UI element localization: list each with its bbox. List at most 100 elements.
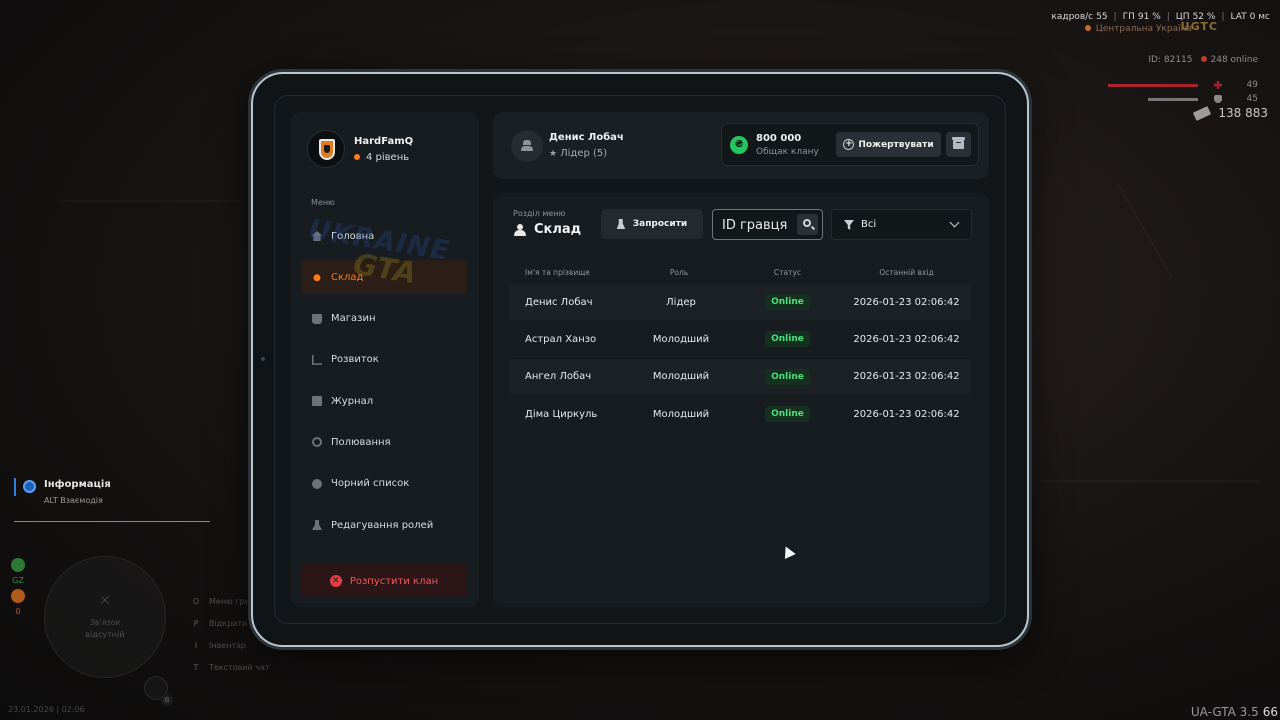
zone-label: GZ (12, 576, 24, 585)
table-row[interactable]: Ангел Лобач Молодший Online 2026-01-23 0… (509, 358, 971, 396)
sidebar-item-label: Розвиток (331, 354, 379, 366)
sidebar-item-label: Магазин (331, 313, 376, 325)
armor-value: 45 (1246, 94, 1258, 104)
member-role: Молодший (652, 333, 710, 345)
minimap: ✕ Зв'язок відсутній (44, 556, 166, 678)
sidebar-item-label: Головна (331, 230, 375, 242)
chevron-down-icon (949, 217, 960, 228)
sidebar: HardFamQ 4 рівень Меню Головна Склад Маг… (291, 112, 479, 607)
clan-name: HardFamQ (354, 135, 414, 147)
sidebar-item-label: Чорний список (331, 478, 410, 490)
close-circle-icon: ✕ (329, 575, 342, 587)
disband-clan-button[interactable]: ✕ Розпустити клан (301, 564, 467, 598)
roster-panel: Розділ меню Склад Запросити ID гравця Вс… (493, 193, 989, 607)
filter-icon (844, 220, 854, 230)
search-input[interactable]: ID гравця (722, 218, 787, 233)
member-role: Лідер (666, 296, 696, 308)
location-pin-icon (1084, 25, 1091, 31)
member-status: Online (733, 368, 842, 385)
people-icon (313, 274, 321, 282)
header-name: Ім'я та прізвище (525, 268, 590, 277)
role-filter-select[interactable]: Всі (831, 209, 972, 240)
header-role: Роль (669, 268, 689, 277)
tablet-camera (261, 357, 265, 361)
table-body: Денис Лобач Лідер Online 2026-01-23 02:0… (509, 284, 971, 434)
target-icon (312, 437, 322, 448)
level-dot-icon (354, 154, 360, 160)
scene-detail (60, 200, 240, 202)
player-id-search[interactable]: ID гравця (712, 209, 823, 240)
journal-icon (312, 396, 322, 407)
sidebar-item-home[interactable]: Головна (301, 219, 467, 253)
section-caption: Розділ меню (513, 209, 566, 218)
member-name: Ангел Лобач (525, 371, 592, 383)
sidebar-item-blacklist[interactable]: Чорний список (301, 467, 467, 501)
key-hint: I Інвентар (194, 640, 247, 650)
search-button[interactable] (797, 214, 818, 235)
side-indicators: GZ 0 (9, 558, 27, 620)
performance-stats: кадров/с 55 | ГП 91 % | ЦП 52 % | LAT 0 мс (1051, 12, 1270, 22)
status-badge: Online (765, 331, 810, 348)
block-icon (312, 478, 322, 489)
member-name: Астрал Ханзо (525, 333, 597, 345)
version-label: UA-GTA 3.5 66 (1190, 705, 1278, 719)
user-role: ★ Лідер (5) (549, 148, 608, 159)
status-badge: Online (765, 368, 810, 385)
sidebar-item-roster[interactable]: Склад (301, 260, 467, 295)
member-last-login: 2026-01-23 02:06:42 (853, 333, 960, 345)
clan-emblem-icon (319, 139, 335, 160)
armor-bar (1148, 98, 1198, 101)
header-status: Статус (773, 268, 802, 277)
donate-button[interactable]: + Пожертвувати (836, 132, 941, 157)
hint-subtitle: ALT Взаємодія (44, 496, 103, 505)
sidebar-item-journal[interactable]: Журнал (301, 384, 467, 418)
table-row[interactable]: Діма Циркуль Молодший Online 2026-01-23 … (509, 396, 971, 434)
sidebar-item-label: Полювання (331, 436, 391, 448)
sidebar-item-hunting[interactable]: Полювання (301, 425, 467, 459)
sidebar-item-development[interactable]: Розвиток (301, 343, 467, 377)
member-name: Денис Лобач (525, 296, 593, 308)
clan-avatar (307, 130, 345, 168)
top-bar: Денис Лобач ★ Лідер (5) ₴ 800 000 Общак к… (493, 112, 989, 179)
clan-level: 4 рівень (354, 152, 413, 163)
add-user-icon (616, 219, 626, 229)
sidebar-item-shop[interactable]: Магазин (301, 302, 467, 336)
table-row[interactable]: Денис Лобач Лідер Online 2026-01-23 02:0… (509, 284, 971, 322)
wallet-note: Общак клану (756, 147, 819, 157)
server-logo: UGTC (1180, 20, 1218, 33)
stat-gpu: ГП 91 % (1122, 12, 1161, 22)
table-header: Ім'я та прізвище Роль Статус Останній вх… (509, 261, 971, 284)
header-last-login: Останній вхід (879, 268, 934, 277)
user-name: Денис Лобач (549, 132, 624, 143)
invite-button[interactable]: Запросити (601, 209, 703, 239)
cash-display: 138 883 (1193, 105, 1268, 121)
member-role: Молодший (652, 408, 710, 420)
home-icon (312, 231, 322, 241)
section-title: Склад (513, 222, 581, 237)
online-dot-icon (1200, 56, 1207, 62)
shop-icon (312, 313, 322, 324)
player-id-line: ID: 82115 248 online (1148, 55, 1258, 65)
member-status: Online (733, 406, 842, 423)
table-row[interactable]: Астрал Ханзо Молодший Online 2026-01-23 … (509, 321, 971, 359)
cash-icon (1193, 105, 1212, 121)
clan-wallet: ₴ 800 000 Общак клану + Пожертвувати (721, 123, 979, 166)
clan-screen: HardFamQ 4 рівень Меню Головна Склад Маг… (274, 95, 1006, 624)
role-icon (312, 520, 322, 531)
menu-list: Головна Склад Магазин Розвиток Журнал По… (301, 219, 467, 549)
health-bar (1108, 84, 1198, 87)
armor-icon (1214, 95, 1222, 103)
member-status: Online (733, 294, 842, 311)
member-status: Online (733, 331, 842, 348)
game-date: 23.01.2026 | 02:06 (8, 705, 85, 714)
region-label: Центральна Україна (1084, 24, 1192, 34)
member-role: Молодший (652, 371, 710, 383)
minimap-text-line: Зв'язок (89, 618, 121, 627)
sidebar-item-edit-roles[interactable]: Редагування ролей (301, 508, 467, 542)
plus-icon: + (843, 139, 855, 150)
user-avatar (511, 130, 543, 162)
wallet-amount: 800 000 (756, 133, 802, 144)
people-icon (513, 223, 527, 236)
key-hint: T Текстовий чат (193, 662, 270, 672)
archive-button[interactable] (946, 132, 971, 157)
